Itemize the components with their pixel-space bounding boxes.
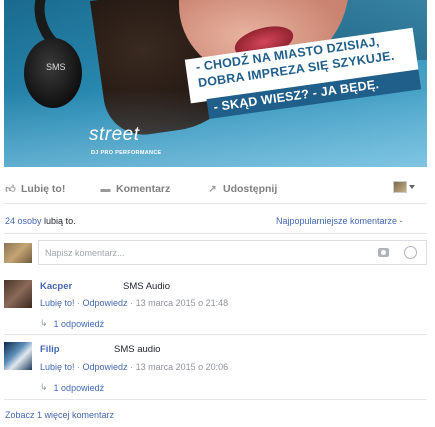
comment-author[interactable]: Kacper: [40, 281, 72, 292]
likes-count-link[interactable]: 24 osoby: [5, 216, 42, 226]
comment-button[interactable]: ▬ Komentarz: [100, 183, 171, 195]
comment-meta: Lubię to! · Odpowiedz · 13 marca 2015 o …: [40, 362, 229, 372]
likes-summary: 24 osoby lubią to.: [5, 216, 76, 226]
brand-tagline: DJ PRO PERFORMANCE: [91, 150, 162, 156]
comment-text: SMS audio: [114, 344, 161, 355]
post-actions-bar: 👍︎ Lubię to! ▬ Komentarz ↗ Udostępnij: [0, 178, 427, 200]
emoji-icon[interactable]: [404, 246, 417, 259]
avatar[interactable]: [4, 280, 32, 308]
view-replies-link[interactable]: ↳ 1 odpowiedź: [40, 382, 104, 393]
view-replies-link[interactable]: ↳ 1 odpowiedź: [40, 318, 104, 329]
comment-timestamp[interactable]: 13 marca 2015 o 21:48: [136, 298, 229, 308]
comment-label: Komentarz: [116, 183, 171, 195]
comment-reply-link[interactable]: Odpowiedz: [83, 298, 128, 308]
headphone-logo: SMS: [46, 62, 66, 72]
brand-logo: street: [89, 124, 140, 145]
comment-input[interactable]: [45, 246, 365, 260]
likes-suffix: lubią to.: [44, 216, 76, 226]
headphones-image: SMS: [16, 0, 127, 108]
replies-count: 1 odpowiedź: [53, 382, 105, 393]
like-label: Lubię to!: [21, 183, 66, 195]
comment-like-link[interactable]: Lubię to!: [40, 298, 75, 308]
divider: [4, 233, 427, 234]
replies-count: 1 odpowiedź: [53, 318, 105, 329]
divider: [4, 399, 427, 400]
comment-meta: Lubię to! · Odpowiedz · 13 marca 2015 o …: [40, 298, 229, 308]
comment-icon: ▬: [100, 183, 111, 195]
reply-arrow-icon: ↳: [40, 382, 48, 392]
comment-timestamp[interactable]: 13 marca 2015 o 20:06: [136, 362, 229, 372]
avatar[interactable]: [4, 342, 32, 370]
post-image[interactable]: SMS - CHODŹ NA MIASTO DZISIAJ, DOBRA IMP…: [4, 0, 427, 167]
share-button[interactable]: ↗ Udostępnij: [207, 183, 277, 195]
avatar: [393, 181, 407, 193]
divider: [4, 203, 427, 204]
comment-like-link[interactable]: Lubię to!: [40, 362, 75, 372]
like-button[interactable]: 👍︎ Lubię to!: [5, 183, 65, 195]
reply-arrow-icon: ↳: [40, 318, 48, 328]
thumbs-up-icon: 👍︎: [5, 183, 16, 195]
comment-composer[interactable]: [38, 240, 427, 265]
comment-author[interactable]: Filip: [40, 344, 60, 355]
share-icon: ↗: [208, 183, 217, 195]
post-as-selector[interactable]: [393, 181, 415, 193]
avatar: [4, 243, 32, 263]
share-label: Udostępnij: [223, 183, 278, 195]
divider: [4, 334, 427, 335]
comment-sort-dropdown[interactable]: Najpopularniejsze komentarze -: [276, 216, 403, 226]
comment-text: SMS Audio: [123, 281, 170, 292]
comment-reply-link[interactable]: Odpowiedz: [83, 362, 128, 372]
more-comments-link[interactable]: Zobacz 1 więcej komentarz: [5, 410, 114, 420]
camera-icon[interactable]: [378, 248, 389, 257]
chevron-down-icon: [409, 185, 415, 189]
